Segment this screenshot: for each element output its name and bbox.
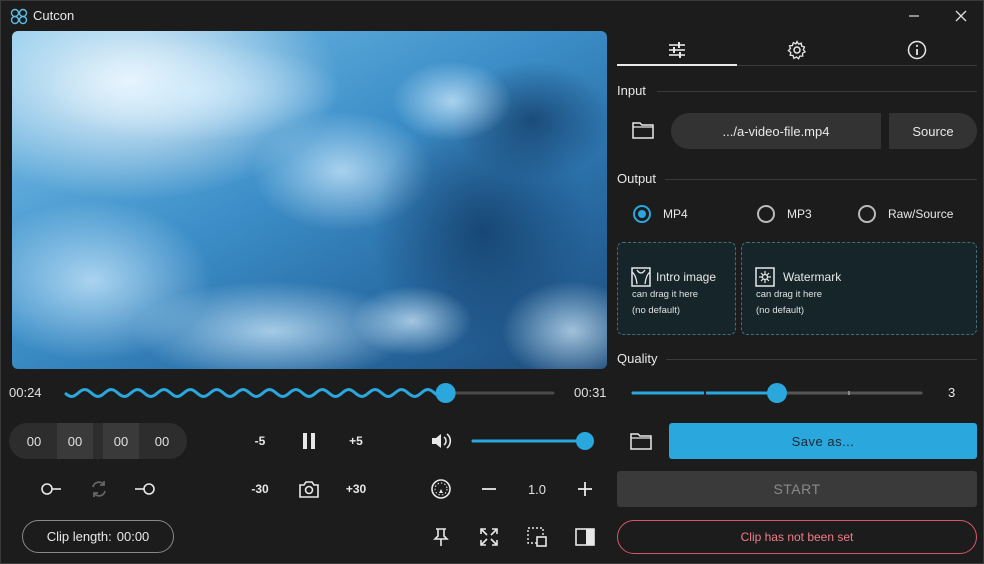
volume-icon[interactable] (429, 429, 453, 453)
input-divider (657, 91, 977, 92)
gear-icon (787, 40, 807, 60)
quality-divider (666, 359, 977, 360)
watermark-hint: can drag it here (756, 289, 823, 300)
quality-slider[interactable] (629, 381, 929, 405)
speed-value: 1.0 (527, 481, 547, 497)
volume-slider[interactable] (469, 429, 599, 453)
tab-settings-sliders[interactable] (617, 35, 737, 65)
pause-button[interactable] (297, 429, 321, 453)
minus-icon (482, 488, 496, 490)
forward-30-button[interactable]: +30 (340, 477, 372, 501)
save-as-button[interactable]: Save as... (669, 423, 977, 459)
title-bar: Cutcon (1, 1, 984, 31)
tab-preferences[interactable] (737, 35, 857, 65)
current-time: 00:24 (9, 385, 42, 400)
clip-end-minutes[interactable]: 00 (103, 423, 139, 459)
format-mp4-radio[interactable]: MP4 (633, 205, 688, 223)
set-clip-end-button[interactable] (133, 477, 157, 501)
watermark-default: (no default) (756, 305, 805, 316)
app-logo-icon (9, 7, 29, 25)
clip-end-seconds[interactable]: 00 (145, 423, 179, 459)
intro-image-hint: can drag it here (632, 289, 699, 300)
input-section-title: Input (617, 83, 646, 98)
intro-image-icon (631, 267, 651, 287)
pin-icon (433, 528, 449, 546)
clip-length-label: Clip length: (46, 529, 112, 544)
format-label: MP4 (663, 207, 688, 221)
crop-icon (527, 527, 547, 547)
rewind-5-button[interactable]: -5 (245, 429, 275, 453)
intro-image-dropzone[interactable]: Intro image can drag it here (no default… (617, 242, 736, 335)
folder-icon (632, 122, 654, 139)
format-label: Raw/Source (888, 207, 954, 221)
info-icon (907, 40, 927, 60)
speed-increase-button[interactable] (573, 477, 597, 501)
crop-button[interactable] (525, 525, 549, 549)
speed-icon (429, 477, 453, 501)
format-raw-radio[interactable]: Raw/Source (858, 205, 953, 223)
radio-indicator (858, 205, 876, 223)
minimize-button[interactable] (900, 5, 928, 27)
window-title: Cutcon (33, 8, 75, 23)
folder-icon (630, 433, 652, 450)
volume-handle[interactable] (576, 432, 594, 450)
format-mp3-radio[interactable]: MP3 (757, 205, 812, 223)
watermark-icon (755, 267, 775, 287)
radio-indicator (757, 205, 775, 223)
pause-icon (303, 433, 315, 449)
clip-length-display: Clip length: 00:00 (22, 520, 174, 553)
intro-image-default: (no default) (632, 305, 681, 316)
source-button[interactable]: Source (889, 113, 977, 149)
forward-5-button[interactable]: +5 (341, 429, 371, 453)
fullscreen-button[interactable] (477, 525, 501, 549)
open-file-button[interactable] (629, 118, 657, 142)
quality-section-title: Quality (617, 351, 658, 366)
plus-icon (578, 482, 592, 496)
total-time: 00:31 (574, 385, 607, 400)
clip-start-seconds[interactable]: 00 (57, 423, 93, 459)
radio-selected-indicator (633, 205, 651, 223)
output-divider (665, 179, 977, 180)
watermark-title: Watermark (783, 270, 842, 284)
input-file-path[interactable]: .../a-video-file.mp4 (671, 113, 881, 149)
watermark-dropzone[interactable]: Watermark can drag it here (no default) (741, 242, 977, 335)
tab-divider (737, 65, 977, 66)
expand-icon (480, 528, 498, 546)
clip-start-minutes[interactable]: 00 (19, 423, 49, 459)
quality-handle[interactable] (767, 383, 787, 403)
format-label: MP3 (787, 207, 812, 221)
start-button[interactable]: START (617, 471, 977, 507)
status-message: Clip has not been set (617, 520, 977, 554)
sliders-icon (669, 42, 685, 58)
panel-icon (575, 528, 595, 546)
app-window: Cutcon 00:24 00:31 00 00 00 00 Clip leng… (0, 0, 984, 564)
video-preview[interactable] (12, 31, 607, 369)
output-folder-button[interactable] (627, 429, 655, 453)
output-section-title: Output (617, 171, 657, 186)
camera-icon (299, 481, 319, 498)
pin-button[interactable] (429, 525, 453, 549)
timeline-handle[interactable] (435, 383, 456, 403)
rewind-30-button[interactable]: -30 (244, 477, 276, 501)
close-window-button[interactable] (947, 5, 975, 27)
timeline-slider[interactable] (61, 379, 557, 407)
clip-length-value: 00:00 (116, 529, 150, 544)
tab-about[interactable] (857, 35, 977, 65)
video-frame-image (12, 31, 607, 369)
set-clip-start-button[interactable] (39, 477, 63, 501)
intro-image-title: Intro image (656, 270, 717, 284)
active-tab-indicator (617, 64, 737, 66)
quality-value: 3 (948, 385, 956, 400)
toggle-panel-button[interactable] (573, 525, 597, 549)
loop-icon[interactable] (87, 477, 111, 501)
speed-decrease-button[interactable] (477, 477, 501, 501)
screenshot-button[interactable] (297, 477, 321, 501)
